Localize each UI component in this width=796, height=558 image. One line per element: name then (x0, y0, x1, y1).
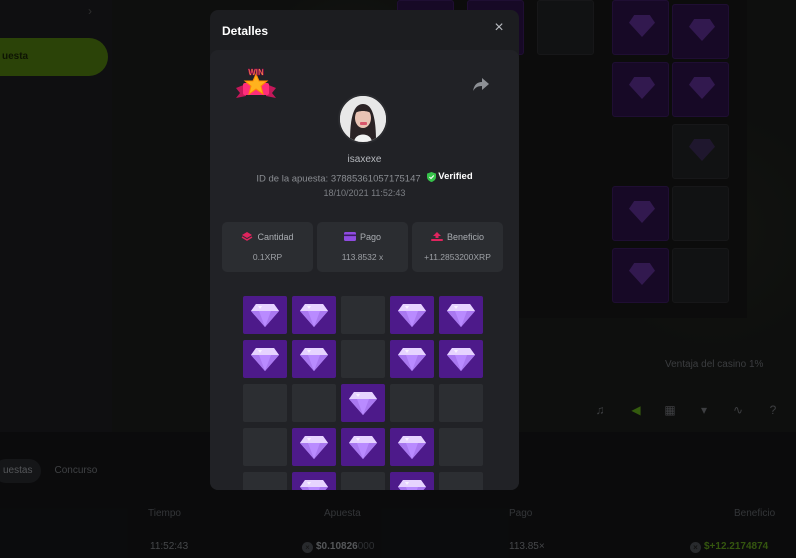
verified-badge: Verified (427, 171, 473, 182)
diamond-icon (300, 480, 328, 490)
empty-tile (439, 384, 483, 422)
gem-tile (292, 296, 336, 334)
gem-tile (390, 428, 434, 466)
profit-icon (430, 232, 443, 241)
gem-tile (390, 340, 434, 378)
diamond-icon (300, 304, 328, 327)
diamond-icon (447, 304, 475, 327)
gem-tile (292, 340, 336, 378)
gem-tile (341, 384, 385, 422)
card-icon (343, 232, 356, 241)
empty-tile (243, 472, 287, 490)
diamond-icon (300, 436, 328, 459)
empty-tile (341, 296, 385, 334)
diamond-icon (251, 304, 279, 327)
modal-title: Detalles (222, 24, 269, 38)
gem-tile (390, 296, 434, 334)
username: isaxexe (347, 154, 382, 165)
share-icon[interactable] (472, 76, 490, 92)
empty-tile (292, 384, 336, 422)
stat-amount-label: Cantidad (257, 232, 294, 242)
stat-profit: Beneficio +11.2853200XRP (412, 222, 503, 272)
close-button[interactable]: × (491, 20, 507, 36)
empty-tile (390, 384, 434, 422)
stat-amount-value: 0.1XRP (252, 252, 283, 262)
empty-tile (341, 472, 385, 490)
gem-tile (243, 296, 287, 334)
empty-tile (341, 340, 385, 378)
diamond-icon (300, 348, 328, 371)
gem-tile (292, 472, 336, 490)
verified-label: Verified (438, 171, 473, 182)
gem-tile (439, 296, 483, 334)
empty-tile (439, 472, 483, 490)
stat-payout: Pago 113.8532 x (317, 222, 408, 272)
empty-tile (243, 428, 287, 466)
modal-body: WIN isaxexe ID de la apuesta: 3788536105… (210, 50, 519, 490)
win-badge-icon: WIN (236, 68, 276, 98)
avatar (338, 94, 388, 144)
diamond-icon (398, 304, 426, 327)
bet-stats: Cantidad 0.1XRP Pago 113.8532 x Benefici… (222, 222, 504, 272)
bet-id-row: ID de la apuesta: 378853610571751​47 Ver… (210, 171, 519, 185)
shield-check-icon (427, 171, 437, 182)
diamond-icon (251, 348, 279, 371)
svg-text:WIN: WIN (248, 68, 264, 77)
stat-payout-value: 113.8532 x (341, 252, 384, 262)
stack-icon (242, 232, 253, 241)
mines-result-grid (243, 296, 483, 490)
gem-tile (439, 340, 483, 378)
gem-tile (390, 472, 434, 490)
close-icon: × (494, 19, 504, 36)
diamond-icon (349, 436, 377, 459)
gem-tile (292, 428, 336, 466)
diamond-icon (398, 480, 426, 490)
bet-id-value[interactable]: 378853610571751​47 (331, 174, 421, 185)
gem-tile (243, 340, 287, 378)
gem-tile (341, 428, 385, 466)
bet-date: 18/10/2021 11:52:43 (323, 188, 406, 198)
modal-header: Detalles × (210, 10, 519, 50)
stat-amount: Cantidad 0.1XRP (222, 222, 313, 272)
bet-id-label: ID de la apuesta: (256, 173, 329, 185)
bet-details-modal: Detalles × WIN isaxexe ID de la apuesta:… (210, 10, 519, 490)
stat-profit-value: +11.2853200XRP (424, 252, 491, 262)
empty-tile (439, 428, 483, 466)
empty-tile (243, 384, 287, 422)
diamond-icon (398, 436, 426, 459)
diamond-icon (398, 348, 426, 371)
stat-profit-label: Beneficio (446, 232, 485, 242)
diamond-icon (349, 392, 377, 415)
stat-payout-label: Pago (359, 232, 382, 242)
diamond-icon (447, 348, 475, 371)
